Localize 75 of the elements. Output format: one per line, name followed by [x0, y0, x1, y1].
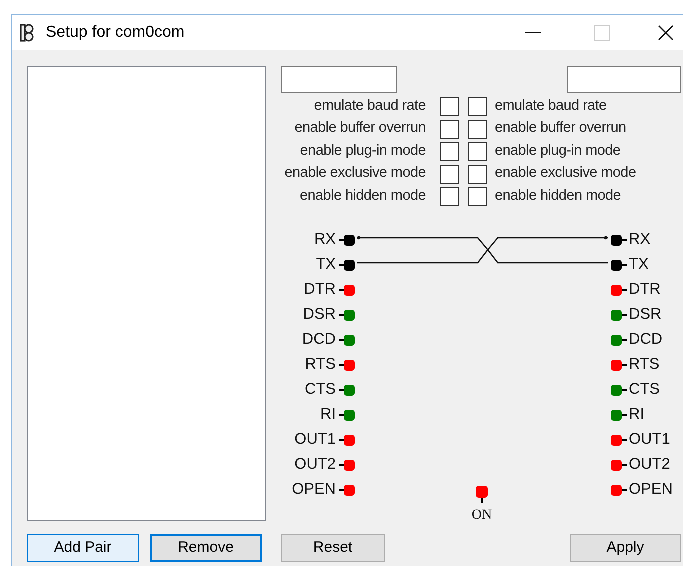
checkbox[interactable]	[468, 120, 487, 139]
connector-icon	[622, 489, 627, 491]
signal-label: DTR	[304, 280, 336, 300]
dialog-button[interactable]: Remove	[150, 534, 262, 562]
checkbox[interactable]	[440, 142, 459, 162]
checkbox[interactable]	[440, 164, 459, 184]
option-label: emulate baud rate	[313, 96, 427, 116]
connector-icon	[339, 289, 344, 291]
connector-icon	[622, 364, 627, 366]
dialog-button[interactable]: Reset	[281, 534, 385, 562]
connector-icon	[339, 489, 344, 491]
signal-label: OUT2	[294, 455, 336, 476]
connector-icon	[339, 239, 344, 241]
signal-label: OPEN	[292, 480, 336, 500]
signal-label: OPEN	[629, 480, 673, 500]
connector-icon	[339, 389, 344, 391]
dialog-button[interactable]: Add Pair	[27, 534, 139, 562]
close-icon[interactable]	[658, 24, 674, 40]
signal-label: CTS	[305, 380, 336, 400]
checkbox[interactable]	[468, 164, 487, 184]
signal-label: CTS	[629, 380, 660, 400]
option-label: enable hidden mode	[494, 186, 622, 206]
signal-label: DSR	[303, 305, 336, 326]
signal-label: TX	[316, 255, 336, 276]
option-label: enable buffer overrun	[494, 119, 626, 138]
signal-label: DCD	[629, 330, 663, 350]
connector-icon	[622, 264, 627, 266]
port-name-field[interactable]	[281, 66, 397, 93]
connector-icon	[622, 239, 627, 241]
option-label: enable exclusive mode	[494, 164, 636, 184]
signal-label: RTS	[629, 355, 660, 376]
checkbox[interactable]	[440, 97, 459, 116]
checkbox[interactable]	[468, 187, 487, 206]
option-label: enable plug-in mode	[494, 142, 621, 161]
connector-icon	[622, 414, 627, 416]
checkbox[interactable]	[468, 142, 487, 162]
connector-icon	[480, 498, 483, 502]
connector-icon	[622, 439, 627, 441]
signal-label: RI	[320, 405, 336, 426]
checkbox[interactable]	[440, 120, 459, 139]
checkbox[interactable]	[468, 97, 487, 116]
signal-label: RTS	[305, 355, 336, 376]
connector-icon	[622, 314, 627, 316]
signal-label: DCD	[302, 330, 336, 350]
connector-icon	[622, 389, 627, 391]
option-label: enable exclusive mode	[284, 164, 427, 184]
status-label: ON	[472, 506, 492, 524]
option-label: emulate baud rate	[494, 96, 607, 116]
connector-icon	[339, 439, 344, 441]
signal-label: DSR	[629, 305, 662, 326]
option-label: enable plug-in mode	[299, 142, 427, 161]
signal-label: DTR	[629, 280, 661, 300]
connector-icon	[339, 314, 344, 316]
port-name-field[interactable]	[567, 66, 681, 93]
connector-icon	[622, 339, 627, 341]
checkbox[interactable]	[440, 187, 459, 206]
signal-label: RX	[629, 230, 651, 250]
connector-icon	[622, 289, 627, 291]
option-label: enable hidden mode	[298, 186, 427, 206]
connector-icon	[339, 464, 344, 466]
signal-label: TX	[629, 255, 649, 276]
signal-label: RI	[629, 405, 644, 426]
option-label: enable buffer overrun	[294, 119, 427, 138]
connector-icon	[339, 414, 344, 416]
connector-icon	[339, 364, 344, 366]
connector-icon	[622, 464, 627, 466]
signal-label: OUT1	[294, 430, 336, 450]
connector-icon	[339, 339, 344, 341]
connector-icon	[339, 264, 344, 266]
dialog-button[interactable]: Apply	[570, 534, 681, 562]
signal-label: RX	[314, 230, 336, 250]
signal-label: OUT2	[629, 455, 670, 476]
window-title: Setup for com0com	[46, 22, 185, 42]
minimize-icon[interactable]	[525, 32, 541, 34]
signal-label: OUT1	[629, 430, 670, 450]
